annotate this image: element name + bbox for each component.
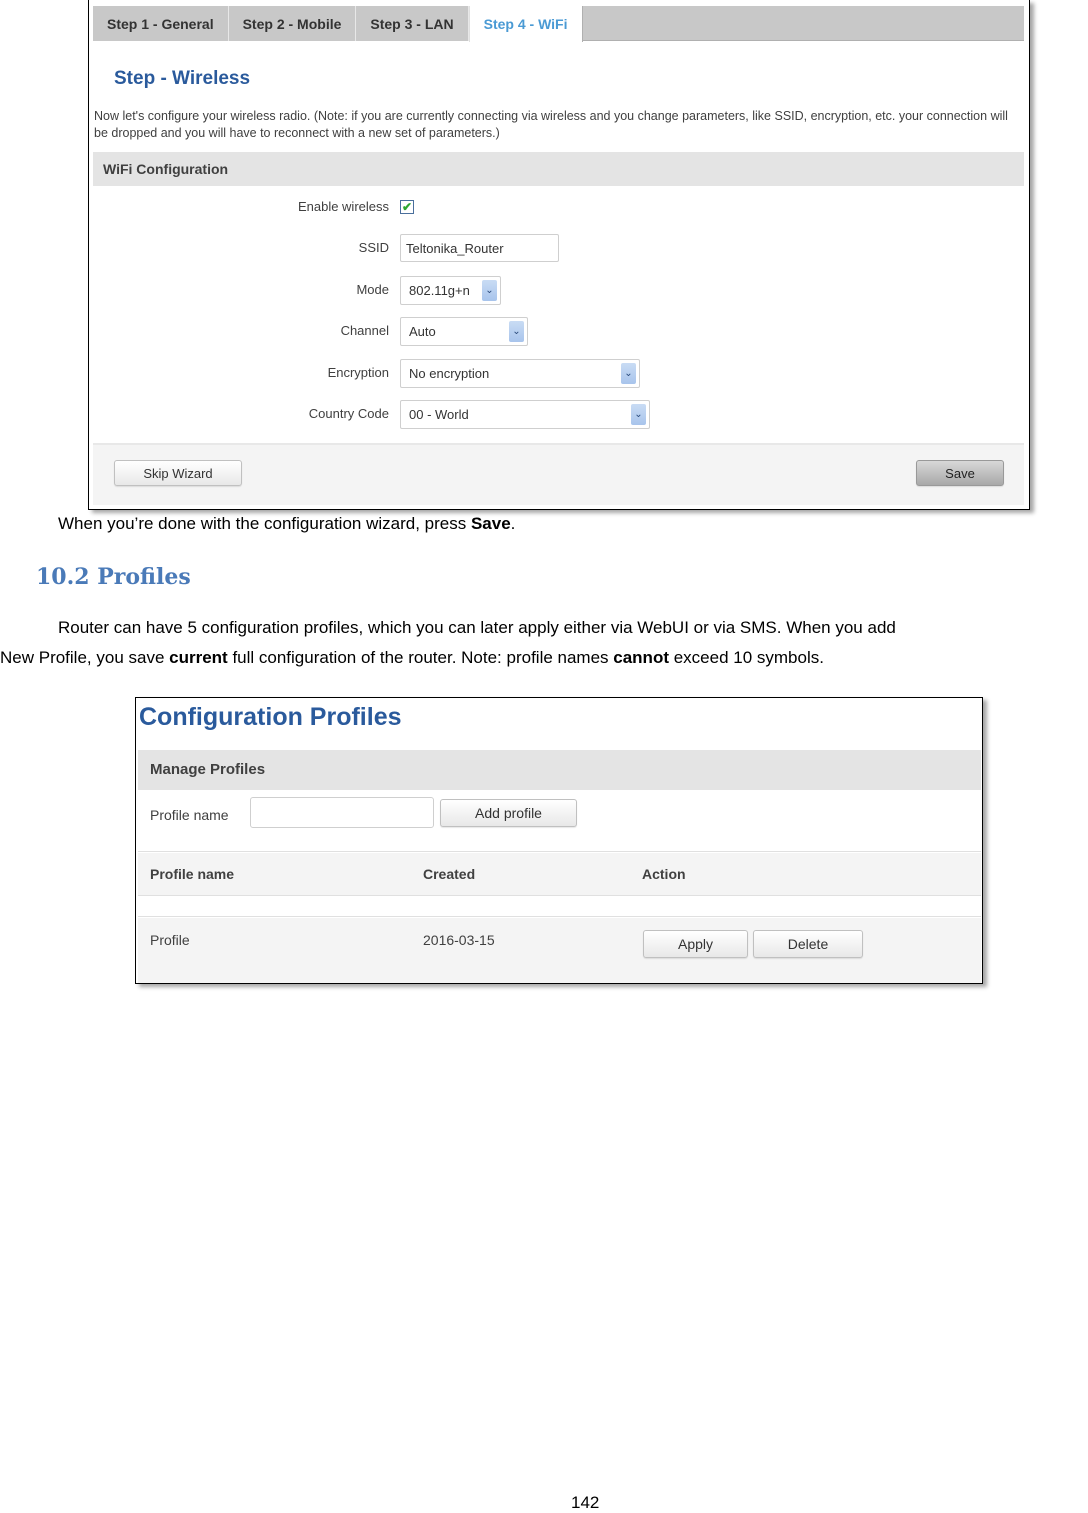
chevron-down-icon: ⌄ — [482, 280, 497, 301]
profiles-screenshot: Configuration Profiles Manage Profiles P… — [135, 697, 983, 984]
skip-wizard-button[interactable]: Skip Wizard — [114, 460, 242, 486]
column-profile-name: Profile name — [150, 866, 235, 882]
profile-name-cell: Profile — [150, 932, 190, 948]
wizard-footer: Skip Wizard Save — [93, 443, 1024, 505]
profiles-title: Configuration Profiles — [139, 703, 402, 731]
checkmark-icon: ✔ — [401, 200, 413, 214]
tab-step-2-mobile[interactable]: Step 2 - Mobile — [228, 6, 357, 41]
country-code-select[interactable]: 00 - World ⌄ — [400, 400, 650, 429]
profiles-paragraph-line-1: Router can have 5 configuration profiles… — [58, 618, 896, 637]
save-emphasis: Save — [470, 514, 511, 533]
profile-name-label: Profile name — [150, 807, 229, 823]
encryption-label: Encryption — [327, 365, 389, 380]
manage-profiles-header: Manage Profiles — [138, 750, 981, 790]
enable-wireless-label: Enable wireless — [297, 199, 389, 214]
profile-name-input[interactable] — [250, 797, 434, 828]
table-row: Profile 2016-03-15 Apply Delete — [138, 918, 981, 983]
encryption-row: Encryption No encryption ⌄ — [89, 359, 689, 389]
country-code-row: Country Code 00 - World ⌄ — [89, 400, 689, 430]
ssid-input[interactable] — [400, 234, 559, 262]
done-instruction: When you’re done with the configuration … — [58, 514, 516, 533]
enable-wireless-checkbox[interactable]: ✔ — [400, 200, 414, 214]
tab-step-3-lan[interactable]: Step 3 - LAN — [356, 6, 469, 41]
tab-step-1-general[interactable]: Step 1 - General — [93, 6, 229, 41]
mode-select[interactable]: 802.11g+n ⌄ — [400, 276, 501, 305]
wizard-title: Step - Wireless — [114, 68, 251, 89]
mode-label: Mode — [356, 282, 389, 297]
tab-step-4-wifi[interactable]: Step 4 - WiFi — [468, 6, 583, 42]
apply-button[interactable]: Apply — [643, 930, 748, 958]
enable-wireless-row: Enable wireless ✔ — [89, 193, 689, 223]
chevron-down-icon: ⌄ — [621, 363, 636, 384]
encryption-select[interactable]: No encryption ⌄ — [400, 359, 640, 388]
wizard-tabs: Step 1 - General Step 2 - Mobile Step 3 … — [93, 6, 1024, 42]
column-created: Created — [423, 866, 476, 882]
wizard-screenshot: Step 1 - General Step 2 - Mobile Step 3 … — [88, 0, 1030, 510]
profiles-table-header: Profile name Created Action — [138, 853, 981, 896]
encryption-value: No encryption — [409, 366, 490, 381]
ssid-label: SSID — [358, 240, 389, 255]
country-code-label: Country Code — [308, 406, 389, 421]
chevron-down-icon: ⌄ — [631, 404, 646, 425]
chevron-down-icon: ⌄ — [509, 321, 524, 342]
table-spacer — [138, 896, 981, 917]
mode-value: 802.11g+n — [409, 283, 470, 298]
country-code-value: 00 - World — [409, 407, 469, 422]
wifi-configuration-header: WiFi Configuration — [93, 152, 1024, 186]
profiles-paragraph-line-2: New Profile, you save current full confi… — [0, 648, 824, 667]
save-button[interactable]: Save — [916, 460, 1004, 486]
mode-row: Mode 802.11g+n ⌄ — [89, 276, 689, 306]
delete-button[interactable]: Delete — [753, 930, 863, 958]
add-profile-button[interactable]: Add profile — [440, 799, 577, 827]
column-action: Action — [642, 866, 686, 882]
add-profile-row: Profile name Add profile — [138, 790, 981, 852]
wizard-description: Now let's configure your wireless radio.… — [94, 109, 1008, 140]
channel-select[interactable]: Auto ⌄ — [400, 317, 528, 346]
channel-label: Channel — [340, 323, 389, 338]
section-heading: 10.2 Profiles — [36, 564, 191, 590]
channel-value: Auto — [409, 324, 436, 339]
channel-row: Channel Auto ⌄ — [89, 317, 689, 347]
created-cell: 2016-03-15 — [423, 932, 495, 948]
ssid-row: SSID — [89, 234, 689, 264]
page-number: 142 — [571, 1493, 600, 1512]
